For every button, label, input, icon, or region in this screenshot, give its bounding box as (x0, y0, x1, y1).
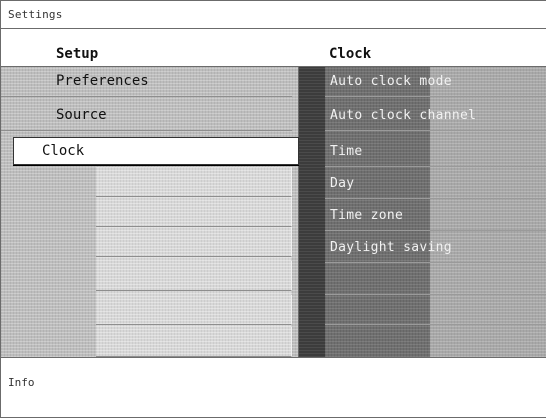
menu-item-label: Preferences (56, 73, 149, 89)
panel-divider (299, 67, 325, 357)
menu-empty-slot (96, 295, 292, 325)
submenu-item-day[interactable]: Day (325, 169, 546, 199)
submenu-item-label: Auto clock mode (330, 74, 452, 89)
menu-item-preferences[interactable]: Preferences (1, 67, 292, 97)
submenu-item-label: Time (330, 144, 363, 159)
submenu-empty-row (325, 265, 546, 295)
info-label: Info (8, 376, 35, 389)
menu-empty-slot (96, 261, 292, 291)
menu-empty-slot (96, 227, 292, 257)
submenu-item-auto-clock-mode[interactable]: Auto clock mode (325, 67, 546, 97)
submenu-empty-row (325, 325, 546, 355)
clock-submenu-panel: Auto clock mode Auto clock channel Time … (325, 67, 546, 357)
submenu-item-time-zone[interactable]: Time zone (325, 201, 546, 231)
submenu-item-label: Daylight saving (330, 240, 452, 255)
menu-empty-slot (96, 327, 292, 357)
submenu-item-daylight-saving[interactable]: Daylight saving (325, 233, 546, 263)
setup-menu-panel: Preferences Source Clock (1, 67, 299, 357)
window-title: Settings (8, 8, 63, 21)
setup-header: Setup (56, 46, 99, 62)
settings-window: Settings Setup Clock Preferences Source … (0, 0, 546, 418)
menu-empty-slot (96, 167, 292, 197)
menu-item-source[interactable]: Source (1, 101, 292, 131)
menu-item-label: Source (56, 107, 107, 123)
submenu-item-label: Time zone (330, 208, 404, 223)
title-bar: Settings (1, 1, 546, 29)
submenu-item-label: Day (330, 176, 355, 191)
submenu-empty-row (325, 295, 546, 325)
menu-item-label: Clock (42, 143, 85, 159)
menu-item-clock[interactable]: Clock (13, 137, 299, 165)
submenu-item-time[interactable]: Time (325, 137, 546, 167)
info-bar: Info (1, 357, 546, 418)
menu-empty-slot (96, 197, 292, 227)
submenu-item-auto-clock-channel[interactable]: Auto clock channel (325, 101, 546, 131)
submenu-item-label: Auto clock channel (330, 108, 477, 123)
clock-header: Clock (329, 46, 372, 62)
column-headers: Setup Clock (1, 29, 546, 67)
